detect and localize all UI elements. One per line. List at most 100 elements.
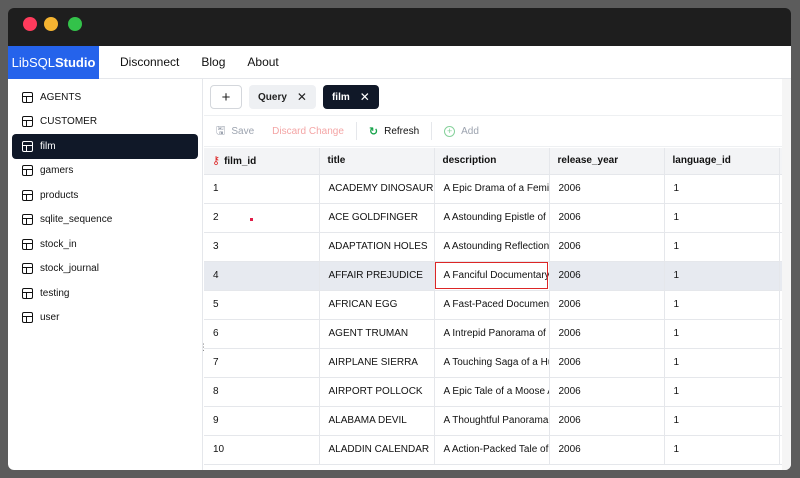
table-cell[interactable]: 1 — [664, 203, 780, 233]
refresh-button[interactable]: ↻ Refresh — [369, 125, 419, 138]
table-cell[interactable]: AFRICAN EGG — [319, 290, 435, 320]
column-header-language-id[interactable]: language_id — [664, 148, 780, 175]
table-cell[interactable]: 8 — [204, 377, 320, 407]
table-cell[interactable]: 1 — [664, 406, 780, 436]
column-header-film-id[interactable]: ⚷ film_id — [204, 148, 320, 175]
table-cell[interactable]: A Astounding Reflection — [434, 232, 550, 262]
table-cell[interactable]: ACE GOLDFINGER — [319, 203, 435, 233]
table-cell[interactable]: 3 — [204, 232, 320, 262]
table-row[interactable]: 7 AIRPLANE SIERRA A Touching Saga of a Hu 2… — [204, 348, 791, 378]
tab-label: film — [331, 91, 350, 103]
table-cell[interactable]: A Action-Packed Tale of — [434, 435, 550, 465]
maximize-window-button[interactable] — [68, 17, 82, 31]
table-row[interactable]: 3 ADAPTATION HOLES A Astounding Reflection… — [204, 232, 791, 262]
discard-change-button[interactable]: Discard Change — [272, 126, 344, 137]
table-cell[interactable]: A Thoughtful Panorama — [434, 406, 550, 436]
sidebar-item-label: gamers — [40, 165, 74, 177]
table-cell[interactable]: 2006 — [549, 348, 665, 378]
table-cell[interactable]: AIRPLANE SIERRA — [319, 348, 435, 378]
new-tab-button[interactable]: + — [210, 85, 242, 109]
close-icon[interactable]: ✕ — [360, 90, 370, 104]
app-logo[interactable]: LibSQL Studio — [8, 45, 99, 79]
table-cell[interactable]: 2006 — [549, 377, 665, 407]
table-cell[interactable]: 1 — [664, 290, 780, 320]
minimize-window-button[interactable] — [44, 17, 58, 31]
tab-film[interactable]: film ✕ — [322, 85, 379, 109]
table-cell[interactable]: A Astounding Epistle of — [434, 203, 550, 233]
table-cell[interactable]: 1 — [664, 319, 780, 349]
refresh-label: Refresh — [384, 125, 420, 137]
sidebar-item-agents[interactable]: AGENTS — [12, 85, 198, 110]
sidebar-item-stock-in[interactable]: stock_in — [12, 232, 198, 257]
table-cell[interactable]: 1 — [204, 174, 320, 204]
table-row[interactable]: 6 AGENT TRUMAN A Intrepid Panorama of a 200… — [204, 319, 791, 349]
table-cell[interactable]: ACADEMY DINOSAUR — [319, 174, 435, 204]
table-cell[interactable]: 2006 — [549, 435, 665, 465]
table-row[interactable]: 9 ALABAMA DEVIL A Thoughtful Panorama 2006 1 — [204, 406, 791, 436]
tab-query[interactable]: Query ✕ — [249, 85, 316, 109]
table-cell[interactable]: ADAPTATION HOLES — [319, 232, 435, 262]
table-cell[interactable]: AGENT TRUMAN — [319, 319, 435, 349]
table-row[interactable]: 1 ACADEMY DINOSAUR A Epic Drama of a Femin… — [204, 174, 791, 204]
table-cell[interactable]: AFFAIR PREJUDICE — [319, 261, 435, 291]
table-cell[interactable]: ALABAMA DEVIL — [319, 406, 435, 436]
table-cell[interactable]: 2006 — [549, 232, 665, 262]
table-cell[interactable]: 7 — [204, 348, 320, 378]
add-row-button[interactable]: + Add — [444, 125, 479, 137]
table-cell[interactable]: 1 — [664, 435, 780, 465]
close-window-button[interactable] — [23, 17, 37, 31]
table-cell[interactable]: 10 — [204, 435, 320, 465]
table-cell[interactable]: A Intrepid Panorama of a — [434, 319, 550, 349]
sidebar-item-user[interactable]: user — [12, 306, 198, 331]
grid-body: 1 ACADEMY DINOSAUR A Epic Drama of a Femin… — [204, 174, 791, 465]
vertical-scrollbar[interactable] — [782, 79, 791, 470]
table-row[interactable]: 10 ALADDIN CALENDAR A Action-Packed Tale o… — [204, 435, 791, 465]
table-cell[interactable]: 1 — [664, 261, 780, 291]
sidebar-item-testing[interactable]: testing — [12, 281, 198, 306]
table-cell[interactable]: 1 — [664, 174, 780, 204]
table-cell[interactable]: 2006 — [549, 406, 665, 436]
nav-blog[interactable]: Blog — [201, 55, 225, 69]
table-cell[interactable]: 4 — [204, 261, 320, 291]
table-row[interactable]: 2 ACE GOLDFINGER A Astounding Epistle of 20… — [204, 203, 791, 233]
table-cell[interactable]: 1 — [664, 377, 780, 407]
close-icon[interactable]: ✕ — [297, 90, 307, 104]
sidebar-item-label: user — [40, 312, 60, 324]
table-cell[interactable]: AIRPORT POLLOCK — [319, 377, 435, 407]
table-cell[interactable]: A Epic Tale of a Moose A — [434, 377, 550, 407]
table-cell[interactable]: 5 — [204, 290, 320, 320]
table-row[interactable]: 8 AIRPORT POLLOCK A Epic Tale of a Moose A… — [204, 377, 791, 407]
table-cell[interactable]: A Fast-Paced Document — [434, 290, 550, 320]
table-cell[interactable]: ALADDIN CALENDAR — [319, 435, 435, 465]
table-cell[interactable]: 2006 — [549, 290, 665, 320]
table-cell[interactable]: 1 — [664, 232, 780, 262]
table-cell[interactable]: 9 — [204, 406, 320, 436]
table-cell[interactable]: 6 — [204, 319, 320, 349]
table-row[interactable]: 5 AFRICAN EGG A Fast-Paced Document 2006 1 — [204, 290, 791, 320]
table-row[interactable]: 4 AFFAIR PREJUDICE A Fanciful Documentary 2… — [204, 261, 791, 291]
sidebar-item-products[interactable]: products — [12, 183, 198, 208]
sidebar-item-sqlite-sequence[interactable]: sqlite_sequence — [12, 208, 198, 233]
sidebar-item-customer[interactable]: CUSTOMER — [12, 110, 198, 135]
column-header-release-year[interactable]: release_year — [549, 148, 665, 175]
column-header-title[interactable]: title — [319, 148, 435, 175]
table-cell[interactable]: 2006 — [549, 174, 665, 204]
toolbar-divider — [355, 122, 357, 140]
table-cell[interactable]: 2006 — [549, 261, 665, 291]
save-button[interactable]: 🖫 Save — [216, 122, 254, 141]
nav-disconnect[interactable]: Disconnect — [120, 55, 179, 69]
column-header-description[interactable]: description — [434, 148, 550, 175]
nav-about[interactable]: About — [247, 55, 278, 69]
sidebar-item-gamers[interactable]: gamers — [12, 159, 198, 184]
table-cell[interactable]: A Fanciful Documentary — [434, 261, 550, 291]
table-cell[interactable]: 2 — [204, 203, 320, 233]
table-cell[interactable]: 2006 — [549, 203, 665, 233]
table-cell[interactable]: 1 — [664, 348, 780, 378]
sidebar-item-stock-journal[interactable]: stock_journal — [12, 257, 198, 282]
sidebar-item-film[interactable]: film — [12, 134, 198, 159]
table-cell[interactable]: A Epic Drama of a Femin — [434, 174, 550, 204]
tab-label: Query — [258, 91, 287, 103]
table-cell[interactable]: 2006 — [549, 319, 665, 349]
sidebar-item-label: sqlite_sequence — [40, 214, 113, 226]
table-cell[interactable]: A Touching Saga of a Hu — [434, 348, 550, 378]
